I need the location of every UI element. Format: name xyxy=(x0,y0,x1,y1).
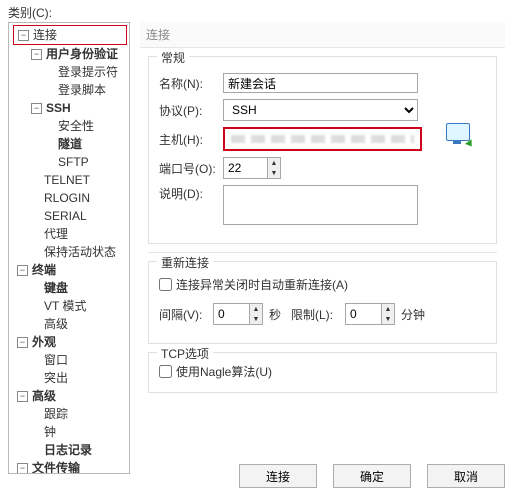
collapse-icon[interactable]: − xyxy=(17,463,28,474)
tree-item-connection[interactable]: −连接 xyxy=(13,25,127,45)
spin-down-icon[interactable]: ▼ xyxy=(268,168,280,178)
limit-label: 限制(L): xyxy=(291,306,345,323)
limit-spinner[interactable]: ▲▼ xyxy=(345,303,395,325)
tree-item-security[interactable]: 安全性 xyxy=(13,117,127,135)
dialog-buttons: 连接 确定 取消 xyxy=(239,464,505,488)
nagle-checkbox[interactable] xyxy=(159,365,172,378)
reconnect-legend: 重新连接 xyxy=(157,254,213,271)
interval-unit: 秒 xyxy=(269,306,281,323)
general-legend: 常规 xyxy=(157,49,189,66)
tree-item-ssh[interactable]: −SSH xyxy=(13,99,127,117)
cancel-button[interactable]: 取消 xyxy=(427,464,505,488)
tree-item-proxy[interactable]: 代理 xyxy=(13,225,127,243)
tree-item-log[interactable]: 日志记录 xyxy=(13,441,127,459)
tcp-legend: TCP选项 xyxy=(157,345,213,362)
tree-item-auth[interactable]: −用户身份验证 xyxy=(13,45,127,63)
tree-item-telnet[interactable]: TELNET xyxy=(13,171,127,189)
port-label: 端口号(O): xyxy=(159,160,223,177)
auto-reconnect-label: 连接异常关闭时自动重新连接(A) xyxy=(176,276,348,293)
monitor-icon xyxy=(444,123,472,147)
connect-button[interactable]: 连接 xyxy=(239,464,317,488)
spin-down-icon[interactable]: ▼ xyxy=(382,314,394,324)
content-pane: 连接 常规 名称(N): 协议(P): SSH 主机(H): 端口号(O): ▲… xyxy=(140,22,505,450)
collapse-icon[interactable]: − xyxy=(31,49,42,60)
collapse-icon[interactable]: − xyxy=(17,265,28,276)
interval-label: 间隔(V): xyxy=(159,306,213,323)
spin-up-icon[interactable]: ▲ xyxy=(382,304,394,314)
tree-item-sftp[interactable]: SFTP xyxy=(13,153,127,171)
tree-item-filetrans[interactable]: −文件传输 xyxy=(13,459,127,474)
name-input[interactable] xyxy=(223,73,418,93)
spin-up-icon[interactable]: ▲ xyxy=(250,304,262,314)
tree-item-appearance[interactable]: −外观 xyxy=(13,333,127,351)
desc-label: 说明(D): xyxy=(159,185,223,202)
tree-item-login-script[interactable]: 登录脚本 xyxy=(13,81,127,99)
port-spinner[interactable]: ▲▼ xyxy=(223,157,281,179)
collapse-icon[interactable]: − xyxy=(31,103,42,114)
nagle-label: 使用Nagle算法(U) xyxy=(176,363,272,380)
tree-item-tunnel[interactable]: 隧道 xyxy=(13,135,127,153)
limit-input[interactable] xyxy=(345,303,381,325)
description-input[interactable] xyxy=(223,185,418,225)
tree-item-highlight[interactable]: 突出 xyxy=(13,369,127,387)
pane-title: 连接 xyxy=(140,22,505,48)
tree-item-keyboard[interactable]: 键盘 xyxy=(13,279,127,297)
collapse-icon[interactable]: − xyxy=(17,391,28,402)
reconnect-fieldset: 重新连接 连接异常关闭时自动重新连接(A) 间隔(V): ▲▼ 秒 限制(L):… xyxy=(148,261,497,344)
host-input[interactable] xyxy=(223,127,422,151)
tcp-fieldset: TCP选项 使用Nagle算法(U) xyxy=(148,352,497,393)
tree-item-rlogin[interactable]: RLOGIN xyxy=(13,189,127,207)
tree-item-terminal[interactable]: −终端 xyxy=(13,261,127,279)
interval-spinner[interactable]: ▲▼ xyxy=(213,303,263,325)
ok-button[interactable]: 确定 xyxy=(333,464,411,488)
host-label: 主机(H): xyxy=(159,131,223,148)
spin-up-icon[interactable]: ▲ xyxy=(268,158,280,168)
tree-item-window[interactable]: 窗口 xyxy=(13,351,127,369)
category-label: 类别(C): xyxy=(8,4,52,21)
interval-input[interactable] xyxy=(213,303,249,325)
protocol-label: 协议(P): xyxy=(159,102,223,119)
tree-item-trace[interactable]: 跟踪 xyxy=(13,405,127,423)
tree-item-advanced[interactable]: −高级 xyxy=(13,387,127,405)
protocol-select[interactable]: SSH xyxy=(223,99,418,121)
tree-item-bell[interactable]: 钟 xyxy=(13,423,127,441)
collapse-icon[interactable]: − xyxy=(18,30,29,41)
tree-item-login-prompt[interactable]: 登录提示符 xyxy=(13,63,127,81)
limit-unit: 分钟 xyxy=(401,306,425,323)
category-tree: −连接 −用户身份验证 登录提示符 登录脚本 −SSH 安全性 隧道 SFTP … xyxy=(8,22,130,474)
auto-reconnect-checkbox[interactable] xyxy=(159,278,172,291)
name-label: 名称(N): xyxy=(159,75,223,92)
spin-down-icon[interactable]: ▼ xyxy=(250,314,262,324)
tree-item-vtmode[interactable]: VT 模式 xyxy=(13,297,127,315)
general-fieldset: 常规 名称(N): 协议(P): SSH 主机(H): 端口号(O): ▲▼ 说… xyxy=(148,56,497,244)
port-input[interactable] xyxy=(223,157,267,179)
collapse-icon[interactable]: − xyxy=(17,337,28,348)
tree-item-advanced-term[interactable]: 高级 xyxy=(13,315,127,333)
tree-item-serial[interactable]: SERIAL xyxy=(13,207,127,225)
tree-item-keepalive[interactable]: 保持活动状态 xyxy=(13,243,127,261)
